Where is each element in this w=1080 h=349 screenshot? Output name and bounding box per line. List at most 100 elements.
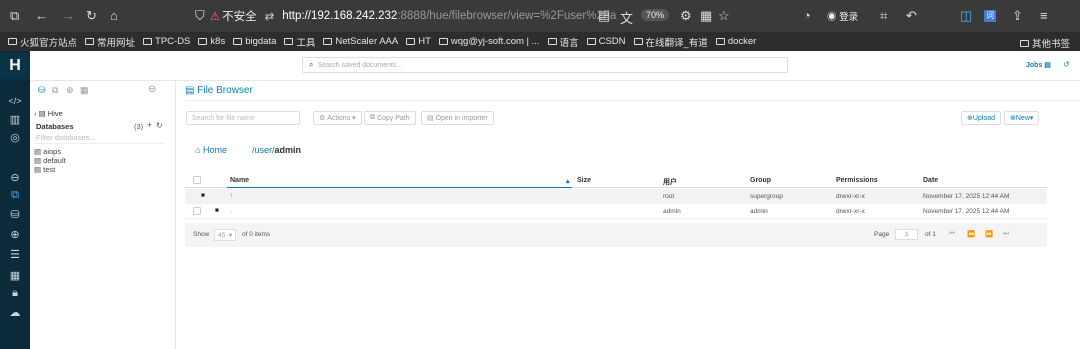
bookmark-item[interactable]: 火狐官方站点 bbox=[8, 35, 77, 49]
breadcrumb-path[interactable]: /user/admin bbox=[252, 145, 301, 155]
col-name[interactable]: Name bbox=[230, 177, 249, 184]
row-permissions: drwxr-xr-x bbox=[836, 208, 865, 215]
back-icon[interactable]: ← bbox=[35, 8, 48, 23]
screen-icon[interactable]: ◫ bbox=[960, 8, 972, 24]
page-size-select[interactable]: 45 ▾ bbox=[214, 229, 237, 241]
tables-icon[interactable]: ⛁ bbox=[0, 208, 30, 221]
bookmark-label: TPC-DS bbox=[155, 36, 191, 47]
translate-icon[interactable]: 文 bbox=[620, 8, 633, 27]
login-button[interactable]: ◉ 登录 bbox=[827, 9, 858, 23]
share-icon[interactable]: ⇪ bbox=[1012, 8, 1023, 24]
add-icon[interactable]: + bbox=[147, 120, 152, 130]
crop-icon[interactable]: ⌗ bbox=[880, 8, 887, 24]
database-item[interactable]: ▤ default bbox=[34, 156, 66, 165]
jobs-label: Jobs bbox=[1026, 62, 1043, 69]
cloud-icon[interactable]: ☁ bbox=[0, 306, 30, 319]
search-index-icon[interactable]: ⊕ bbox=[66, 85, 74, 96]
database-icon: ▤ bbox=[34, 156, 44, 165]
new-dropdown[interactable]: ⊕ New ▾ bbox=[1004, 111, 1040, 125]
bookmark-item[interactable]: CSDN bbox=[586, 35, 626, 49]
reload-icon[interactable]: ↻ bbox=[86, 8, 97, 24]
actions-dropdown[interactable]: ⚙ Actions ▾ bbox=[313, 111, 362, 125]
row-name[interactable]: ↑ bbox=[230, 192, 233, 199]
copy-icon: ⧉ bbox=[370, 114, 377, 121]
bookmark-label: 常用网址 bbox=[97, 37, 136, 49]
extension-icon[interactable]: ⚙ bbox=[680, 8, 692, 24]
prev-page-icon[interactable]: ⏪ bbox=[967, 230, 975, 238]
page-number-input[interactable]: 1 bbox=[895, 229, 919, 240]
breadcrumb-home[interactable]: ⌂ Home bbox=[195, 145, 227, 155]
undo-icon[interactable]: ↶ bbox=[906, 8, 917, 24]
files-icon[interactable]: ⧉ bbox=[0, 189, 30, 202]
home-icon[interactable]: ⌂ bbox=[110, 8, 118, 23]
bookmark-item[interactable]: TPC-DS bbox=[143, 35, 190, 49]
menu-icon[interactable]: ≡ bbox=[1040, 8, 1048, 23]
bookmark-item[interactable]: 常用网址 bbox=[85, 35, 135, 49]
jobs-icon[interactable]: ☰ bbox=[0, 248, 30, 261]
grid-icon[interactable]: ▦ bbox=[80, 85, 89, 96]
zoom-badge[interactable]: 70% bbox=[641, 9, 670, 21]
dict-icon[interactable]: 词 bbox=[984, 10, 996, 22]
upload-button[interactable]: ⊕ Upload bbox=[961, 111, 1002, 125]
databases-list: ▤ aiops ▤ default ▤ test bbox=[34, 147, 66, 174]
bookmark-item[interactable]: 工具 bbox=[284, 35, 315, 49]
col-user[interactable]: 用户 bbox=[663, 177, 677, 187]
file-search-input[interactable]: Search for file name bbox=[186, 111, 300, 125]
col-size[interactable]: Size bbox=[577, 177, 591, 184]
col-group[interactable]: Group bbox=[750, 177, 771, 184]
hue-logo[interactable]: H bbox=[0, 53, 30, 79]
select-all-checkbox[interactable] bbox=[193, 176, 201, 184]
row-name[interactable]: . bbox=[230, 207, 232, 214]
bookmark-item[interactable]: k8s bbox=[198, 35, 225, 49]
importer-icon[interactable]: ⊖ bbox=[0, 171, 30, 184]
back-to-sources[interactable]: ‹ ▤ Hive bbox=[34, 109, 63, 118]
scheduler-icon[interactable]: ◎ bbox=[0, 131, 30, 144]
pie-icon[interactable]: ◔ bbox=[803, 8, 811, 23]
col-permissions[interactable]: Permissions bbox=[836, 177, 878, 184]
bookmark-label: HT bbox=[418, 36, 431, 47]
other-bookmarks[interactable]: 其他书签 bbox=[1020, 36, 1070, 50]
bookmark-item[interactable]: NetScaler AAA bbox=[323, 35, 398, 49]
last-page-icon[interactable]: ⏭ bbox=[1003, 230, 1009, 238]
browser-toolbar: ⧉ ← → ↻ ⌂ ⛉ ⚠ 不安全 ⇄ http://192.168.242.2… bbox=[0, 0, 1080, 32]
qr-icon[interactable]: ▦ bbox=[700, 8, 712, 24]
jobs-button[interactable]: Jobs ▤ bbox=[1026, 61, 1051, 69]
reader-icon[interactable]: ▤ bbox=[598, 8, 610, 24]
tabs-icon[interactable]: ⧉ bbox=[10, 8, 19, 24]
editor-icon[interactable]: </> bbox=[0, 96, 30, 106]
open-importer-button[interactable]: ▤ Open in importer bbox=[421, 111, 494, 125]
table-row[interactable]: ■ ↑ root supergroup drwxr-xr-x November … bbox=[185, 189, 1047, 204]
first-page-icon[interactable]: ⏮ bbox=[949, 230, 955, 238]
bookmark-item[interactable]: bigdata bbox=[233, 35, 276, 49]
dashboard-icon[interactable]: ▥ bbox=[0, 113, 30, 126]
col-date[interactable]: Date bbox=[923, 177, 938, 184]
bookmark-item[interactable]: 语言 bbox=[547, 35, 579, 49]
row-checkbox[interactable] bbox=[193, 207, 201, 215]
security-icon[interactable]: 🔒︎ bbox=[0, 287, 30, 300]
bookmark-item[interactable]: wqg@yj-soft.com | ... bbox=[438, 35, 540, 49]
star-icon[interactable]: ☆ bbox=[718, 8, 730, 24]
bookmark-item[interactable]: 在线翻译_有道 bbox=[633, 35, 708, 49]
collapse-icon[interactable]: ⊖ bbox=[148, 84, 156, 95]
forward-icon[interactable]: → bbox=[62, 8, 75, 23]
copy-path-button[interactable]: ⧉ Copy Path bbox=[364, 111, 416, 125]
refresh-icon[interactable]: ↻ bbox=[156, 121, 163, 130]
hdfs-icon[interactable]: ⧉ bbox=[52, 85, 58, 96]
database-item[interactable]: ▤ test bbox=[34, 165, 66, 174]
database-item[interactable]: ▤ aiops bbox=[34, 147, 66, 156]
bookmark-item[interactable]: HT bbox=[406, 35, 431, 49]
sql-icon[interactable]: ⛁ bbox=[38, 85, 46, 96]
indexes-icon[interactable]: ⊕ bbox=[0, 228, 30, 241]
history-icon[interactable]: ↺ bbox=[1063, 60, 1070, 69]
sort-icon[interactable]: ▴ bbox=[566, 177, 570, 185]
databases-count: (3) bbox=[134, 122, 144, 131]
bookmark-label: bigdata bbox=[245, 36, 277, 47]
filebrowser-main: ▤ File Browser Search for file name ⚙ Ac… bbox=[177, 81, 1080, 349]
table-row[interactable]: ■ . admin admin drwxr-xr-x November 17, … bbox=[185, 204, 1047, 219]
permissions-icon[interactable]: ⇄ bbox=[265, 9, 275, 23]
bookmark-item[interactable]: docker bbox=[715, 35, 756, 49]
filter-databases-input[interactable]: Filter databases... bbox=[34, 133, 164, 144]
next-page-icon[interactable]: ⏩ bbox=[985, 230, 993, 238]
hbase-icon[interactable]: ▦ bbox=[0, 269, 30, 282]
search-documents-input[interactable]: ⌕ Search saved documents... bbox=[302, 57, 788, 73]
